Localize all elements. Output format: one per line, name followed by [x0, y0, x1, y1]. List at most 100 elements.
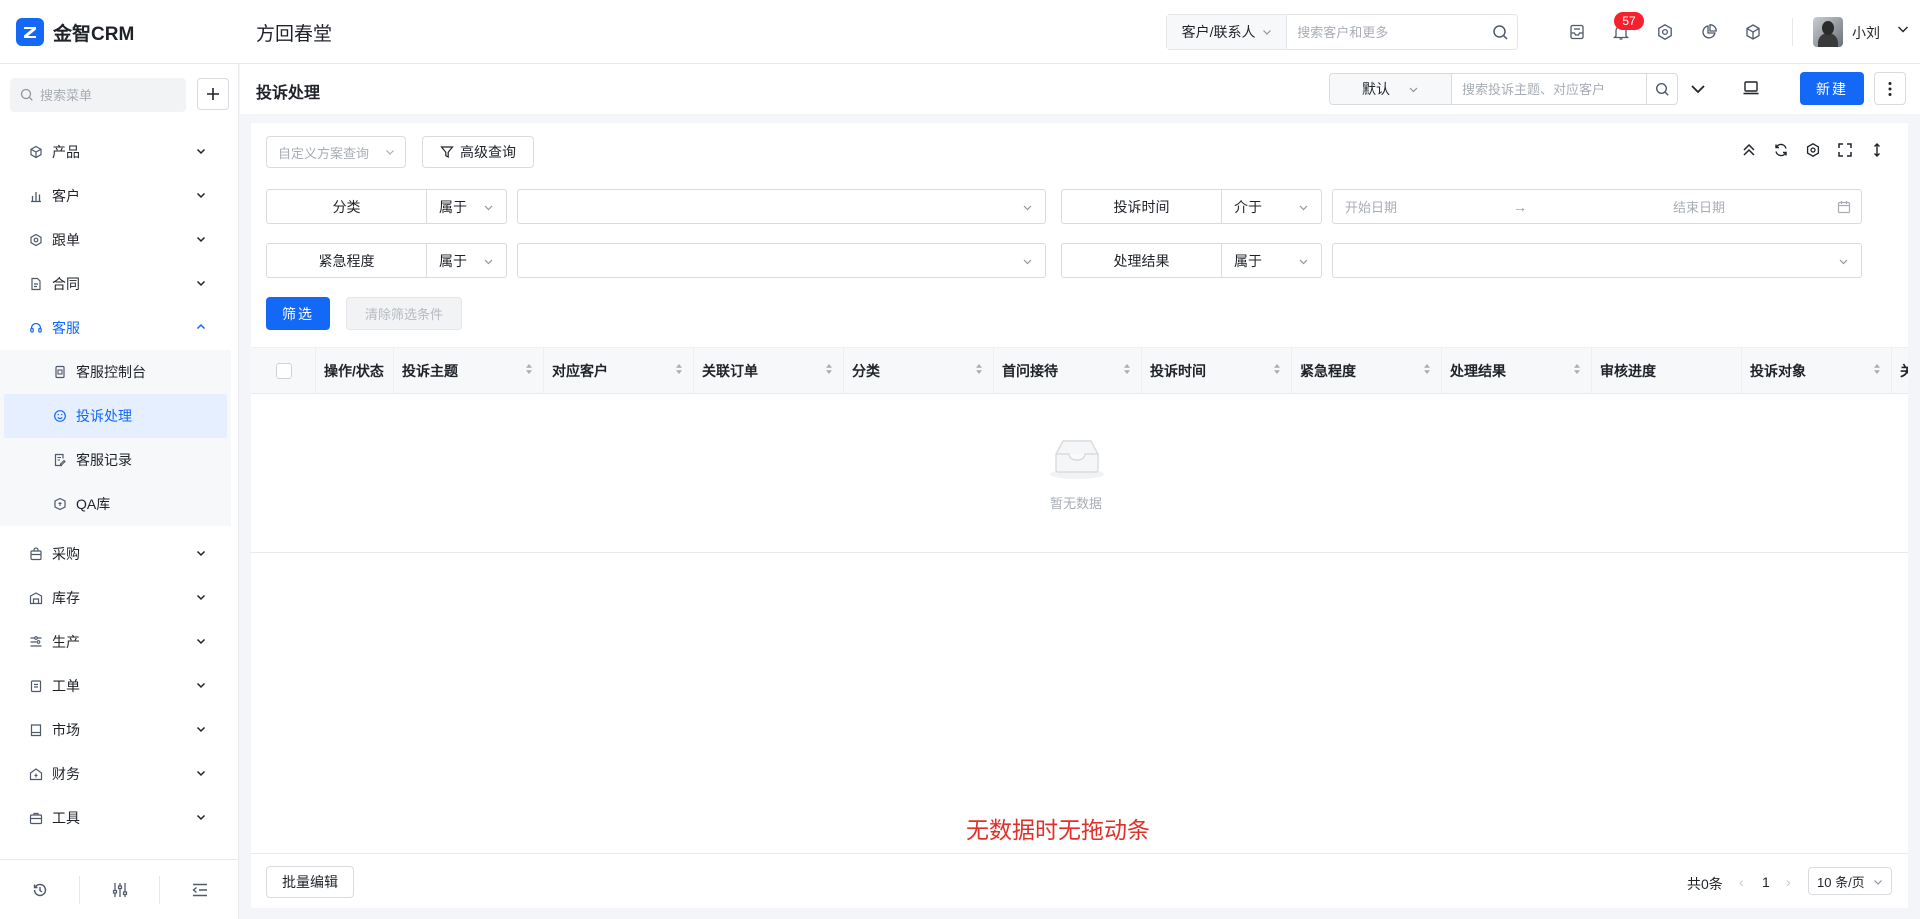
chevron-down-icon	[1299, 259, 1308, 265]
global-search-input[interactable]	[1287, 15, 1484, 49]
filter-value-select[interactable]	[517, 243, 1046, 278]
sidebar-item-label: 合同	[52, 276, 80, 292]
sidebar-item-follow[interactable]: 跟单	[0, 218, 239, 262]
laptop-icon[interactable]	[1742, 79, 1760, 97]
filter-operator-select[interactable]: 属于	[427, 189, 507, 224]
edit-doc-icon	[52, 452, 68, 468]
page-search-input[interactable]	[1452, 81, 1646, 97]
add-button[interactable]	[197, 78, 229, 110]
column-header[interactable]: 投诉主题	[394, 348, 544, 394]
filter-field-urgency: 紧急程度	[266, 243, 427, 278]
sort-icon	[1274, 364, 1280, 374]
sidebar-item-label: QA库	[76, 496, 111, 512]
column-header[interactable]: 首问接待	[994, 348, 1142, 394]
chevron-down-icon	[1023, 205, 1032, 211]
sidebar-item-purchase[interactable]: 采购	[0, 532, 239, 576]
sidebar-item-service[interactable]: 客服	[0, 306, 239, 350]
filter-field-category: 分类	[266, 189, 427, 224]
advanced-query-button[interactable]: 高级查询	[422, 136, 534, 168]
column-header-label: 对应客户	[552, 363, 608, 379]
column-header[interactable]: 分类	[844, 348, 994, 394]
sidebar-subitem-service-console[interactable]: 客服控制台	[0, 350, 231, 394]
table-body-empty: 暂无数据	[251, 394, 1908, 553]
avatar[interactable]	[1813, 17, 1843, 47]
username[interactable]: 小刘	[1852, 23, 1880, 43]
notification-badge: 57	[1614, 12, 1644, 30]
sidebar-subitem-complaints[interactable]: 投诉处理	[4, 394, 227, 438]
column-header[interactable]: 紧急程度	[1292, 348, 1442, 394]
page-size-select[interactable]: 10 条/页	[1808, 867, 1892, 895]
sidebar-item-inventory[interactable]: 库存	[0, 576, 239, 620]
column-header[interactable]: 对应客户	[544, 348, 694, 394]
chart-icon	[28, 188, 44, 204]
app-logo[interactable]: 金智CRM	[16, 18, 134, 46]
collapse-menu-icon[interactable]	[160, 873, 239, 907]
filter-operator-select[interactable]: 属于	[1222, 243, 1322, 278]
search-icon[interactable]	[1483, 15, 1517, 49]
sort-icon	[826, 364, 832, 374]
book-icon	[28, 722, 44, 738]
column-header[interactable]: 关联订单	[694, 348, 844, 394]
view-select[interactable]: 默认	[1329, 73, 1451, 105]
filter-operator-select[interactable]: 属于	[427, 243, 507, 278]
search-scope-select[interactable]: 客户/联系人	[1167, 15, 1288, 49]
settings-icon[interactable]	[1804, 141, 1822, 159]
logo-mark-icon	[16, 18, 44, 46]
fullscreen-icon[interactable]	[1836, 141, 1854, 159]
chevron-down-icon[interactable]	[1896, 22, 1910, 36]
sort-icon	[1874, 364, 1880, 374]
filter-row: 紧急程度 属于 处理结果 属于	[266, 243, 1878, 278]
company-name: 方回春堂	[256, 24, 333, 45]
sidebar-item-contract[interactable]: 合同	[0, 262, 239, 306]
date-range-picker[interactable]: 开始日期 → 结束日期	[1332, 189, 1862, 224]
gear-icon[interactable]	[1653, 20, 1677, 44]
custom-query-select[interactable]: 自定义方案查询	[266, 136, 406, 168]
chevron-down-icon	[196, 682, 206, 689]
sidebar-item-product[interactable]: 产品	[0, 130, 239, 174]
sidebar-item-finance[interactable]: 财务	[0, 752, 239, 796]
search-icon[interactable]	[1646, 73, 1678, 105]
sidebar-subitem-service-records[interactable]: 客服记录	[0, 438, 231, 482]
pie-chart-icon[interactable]	[1697, 20, 1721, 44]
sidebar-item-market[interactable]: 市场	[0, 708, 239, 752]
toolbox-icon	[28, 810, 44, 826]
sidebar-item-workorder[interactable]: 工单	[0, 664, 239, 708]
sliders-icon[interactable]	[80, 873, 159, 907]
new-button[interactable]: 新建	[1800, 72, 1864, 105]
filter-operator-select[interactable]: 介于	[1222, 189, 1322, 224]
page-number[interactable]: 1	[1762, 874, 1770, 890]
filter-value-select[interactable]	[1332, 243, 1862, 278]
history-icon[interactable]	[0, 873, 79, 907]
sidebar-subitem-qa[interactable]: QA库	[0, 482, 231, 526]
prev-page-icon[interactable]: ‹	[1739, 874, 1744, 890]
sidebar-item-tools[interactable]: 工具	[0, 796, 239, 840]
collapse-up-icon[interactable]	[1740, 141, 1758, 159]
row-height-icon[interactable]	[1868, 141, 1886, 159]
filter-field-complaint-time: 投诉时间	[1061, 189, 1222, 224]
next-page-icon[interactable]: ›	[1786, 874, 1791, 890]
page-header: 投诉处理 默认 新建	[240, 64, 1920, 114]
chevron-down-icon[interactable]	[1688, 79, 1708, 99]
filter-button[interactable]: 筛选	[266, 297, 330, 330]
sidebar-item-customer[interactable]: 客户	[0, 174, 239, 218]
clear-filters-button[interactable]: 清除筛选条件	[346, 297, 462, 330]
table-header: 操作/状态 投诉主题 对应客户 关联订单 分类 首问接待 投诉时间 紧急程度 处…	[251, 347, 1908, 394]
bulk-edit-button[interactable]: 批量编辑	[266, 866, 354, 898]
cube-icon[interactable]	[1741, 20, 1765, 44]
chevron-down-icon	[196, 550, 206, 557]
pagination-bar: 批量编辑 共0条 ‹ 1 › 10 条/页	[251, 853, 1908, 908]
column-header: 关	[1900, 363, 1908, 379]
column-header[interactable]: 投诉时间	[1142, 348, 1292, 394]
filter-value-select[interactable]	[517, 189, 1046, 224]
sidebar-item-production[interactable]: 生产	[0, 620, 239, 664]
select-all-checkbox[interactable]	[276, 363, 292, 379]
column-header[interactable]: 处理结果	[1442, 348, 1592, 394]
refresh-icon[interactable]	[1772, 141, 1790, 159]
menu-search-input[interactable]	[40, 87, 180, 103]
custom-query-placeholder: 自定义方案查询	[278, 145, 370, 161]
global-search: 客户/联系人	[1166, 14, 1518, 50]
column-header[interactable]: 投诉对象	[1742, 348, 1892, 394]
more-icon[interactable]	[1874, 72, 1906, 105]
sidebar-item-hr[interactable]: 人事	[0, 120, 239, 130]
inbox-icon[interactable]	[1565, 20, 1589, 44]
